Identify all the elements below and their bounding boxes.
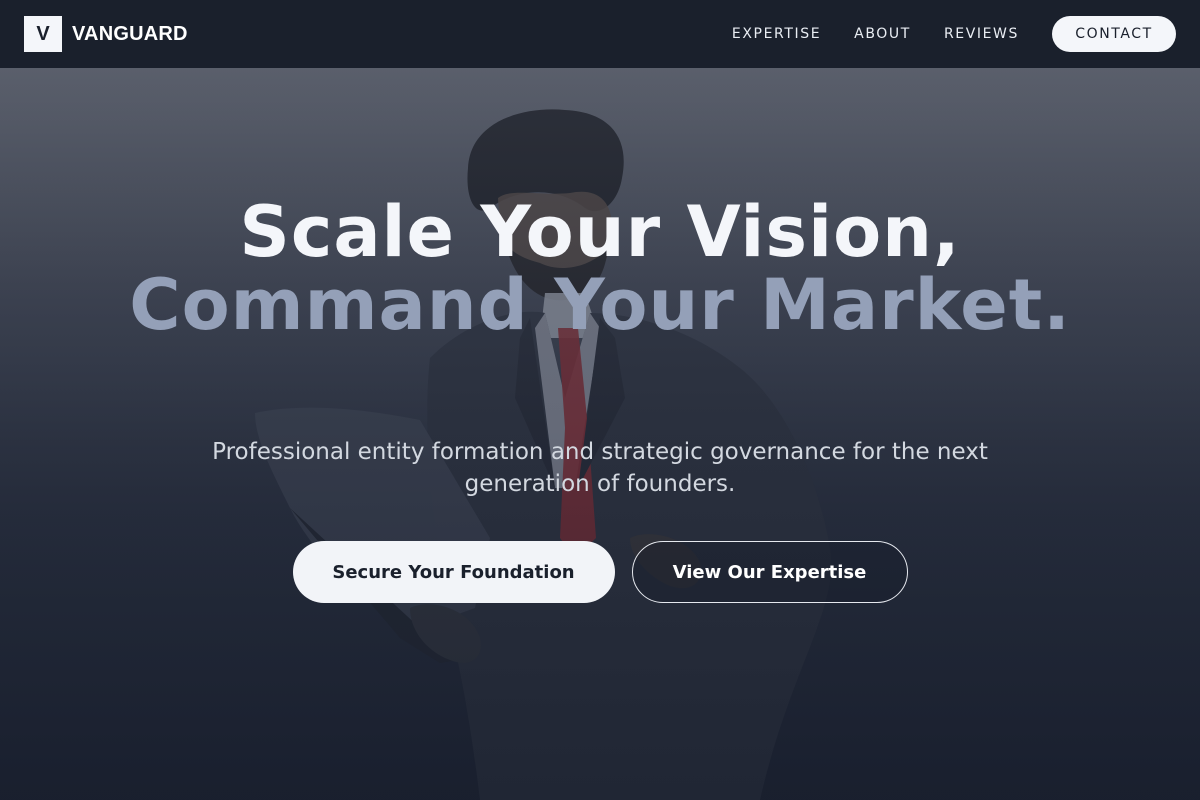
logo-icon: V: [24, 16, 62, 52]
nav-links: EXPERTISE ABOUT REVIEWS CONTACT: [699, 16, 1176, 52]
secure-foundation-button[interactable]: Secure Your Foundation: [292, 541, 615, 603]
nav-link-about[interactable]: ABOUT: [854, 26, 911, 42]
cta-row: Secure Your Foundation View Our Expertis…: [0, 541, 1200, 603]
contact-button[interactable]: CONTACT: [1052, 16, 1176, 52]
brand-name: VANGUARD: [72, 22, 188, 45]
top-navbar: V VANGUARD EXPERTISE ABOUT REVIEWS CONTA…: [0, 0, 1200, 68]
hero-content: Scale Your Vision, Command Your Market. …: [0, 68, 1200, 800]
hero-section: Scale Your Vision, Command Your Market. …: [0, 68, 1200, 800]
headline-line-2: Command Your Market.: [129, 264, 1071, 346]
headline-line-1: Scale Your Vision,: [239, 191, 961, 273]
brand[interactable]: V VANGUARD: [24, 16, 188, 52]
view-expertise-button[interactable]: View Our Expertise: [631, 541, 908, 603]
hero-subtitle: Professional entity formation and strate…: [212, 439, 988, 497]
nav-link-reviews[interactable]: REVIEWS: [944, 26, 1019, 42]
hero-headline: Scale Your Vision, Command Your Market.: [100, 196, 1100, 342]
nav-link-expertise[interactable]: EXPERTISE: [732, 26, 821, 42]
